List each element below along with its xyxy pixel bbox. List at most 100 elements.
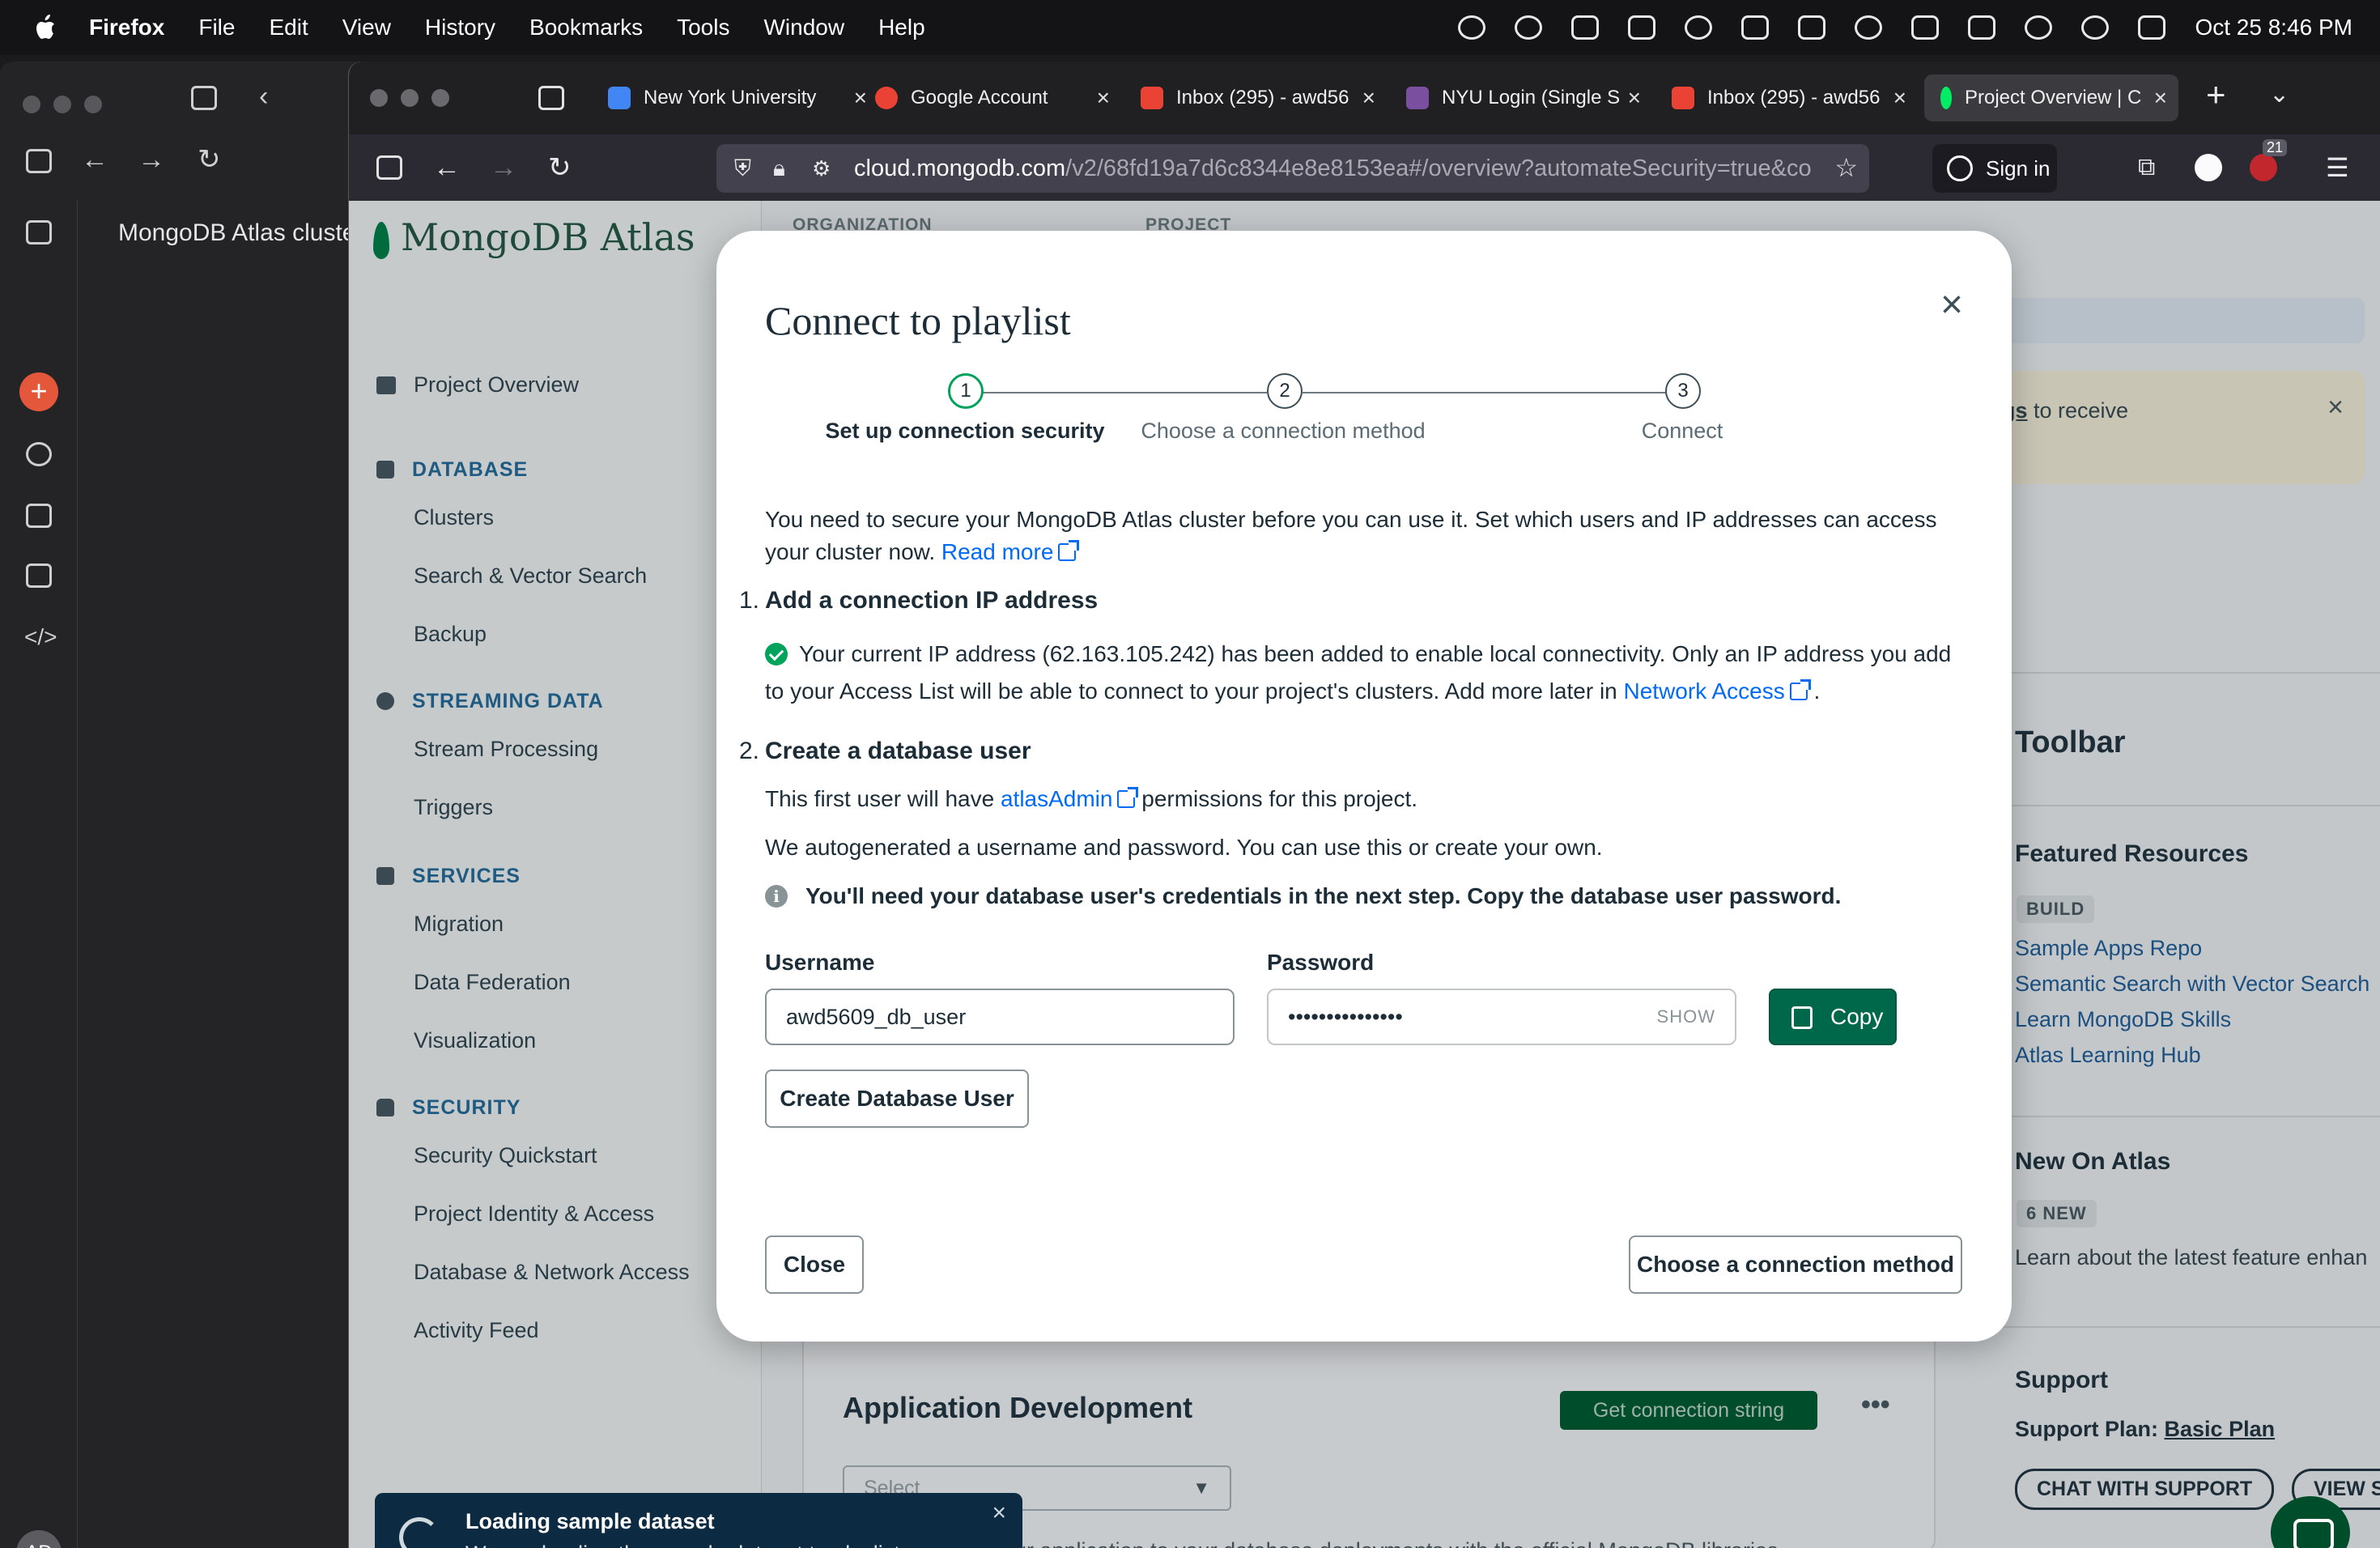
archive-sidebar-icon[interactable] [26, 504, 52, 528]
copy-password-button[interactable]: Copy [1769, 989, 1897, 1045]
link-learning-hub[interactable]: Atlas Learning Hub [2015, 1043, 2201, 1068]
more-options-icon[interactable]: ••• [1861, 1389, 1890, 1421]
display-icon[interactable] [1798, 15, 1826, 40]
apple-logo-icon[interactable] [32, 14, 57, 41]
address-bar[interactable]: ⛨ 🔒︎ ⚙ cloud.mongodb.com/v2/68fd19a7d6c8… [716, 144, 1869, 193]
back-arrow-icon[interactable]: ← [81, 141, 108, 178]
close-tab-icon[interactable]: × [2154, 85, 2167, 111]
menu-app-name[interactable]: Firefox [89, 15, 164, 40]
sidebar-item-migration[interactable]: Migration [414, 912, 504, 937]
sidebar-item-activity-feed[interactable]: Activity Feed [414, 1318, 539, 1343]
window-minimize-dot[interactable] [401, 89, 419, 107]
hamburger-menu-icon[interactable]: ☰ [2326, 149, 2349, 186]
back-arrow-icon[interactable]: ← [433, 149, 461, 186]
extensions-puzzle-icon[interactable]: ⧉ [2138, 149, 2155, 186]
tab-inbox-1[interactable]: Inbox (295) - awd56 × [1141, 74, 1375, 121]
chevron-left-icon[interactable]: ‹ [259, 78, 268, 115]
close-tab-icon[interactable]: × [1893, 85, 1906, 111]
create-database-user-button[interactable]: Create Database User [765, 1070, 1029, 1128]
extension-status-icon[interactable] [1515, 15, 1543, 40]
menu-bookmarks[interactable]: Bookmarks [529, 15, 643, 40]
username-input[interactable]: awd5609_db_user [765, 989, 1235, 1045]
sidebar-item-identity-access[interactable]: Project Identity & Access [414, 1201, 654, 1227]
sidebar-item-stream-processing[interactable]: Stream Processing [414, 737, 598, 762]
background-tab-title[interactable]: MongoDB Atlas cluste [118, 219, 355, 247]
new-tab-plus-icon[interactable]: + [2206, 76, 2226, 113]
sidebar-panel-icon[interactable] [26, 220, 52, 245]
tab-inbox-2[interactable]: Inbox (295) - awd56 × [1672, 74, 1906, 121]
volume-icon[interactable] [1741, 15, 1770, 40]
menu-window[interactable]: Window [763, 15, 844, 40]
link-semantic-search[interactable]: Semantic Search with Vector Search [2015, 972, 2369, 997]
close-tab-icon[interactable]: × [1362, 85, 1375, 111]
get-connection-string-button[interactable]: Get connection string [1560, 1391, 1817, 1430]
window-status-icon[interactable] [1911, 15, 1940, 40]
atlas-admin-link[interactable]: atlasAdmin [1001, 786, 1139, 811]
sidebar-item-network-access[interactable]: Database & Network Access [414, 1260, 690, 1285]
sidebar-item-security-quickstart[interactable]: Security Quickstart [414, 1143, 597, 1168]
battery-icon[interactable] [1968, 15, 1996, 40]
password-input[interactable]: ••••••••••••••• SHOW [1267, 989, 1736, 1045]
permissions-icon[interactable]: ⚙ [812, 150, 831, 187]
tools-status-icon[interactable] [1571, 15, 1600, 40]
new-tab-plus-icon[interactable]: + [19, 372, 58, 411]
sidebar-item-clusters[interactable]: Clusters [414, 505, 494, 530]
ublock-icon[interactable] [2250, 154, 2277, 181]
sidebar-toggle-icon[interactable] [376, 155, 402, 180]
close-icon[interactable]: × [2327, 392, 2344, 423]
sidebar-item-backup[interactable]: Backup [414, 622, 487, 647]
code-sidebar-icon[interactable]: </> [24, 619, 57, 656]
bookmark-star-icon[interactable]: ☆ [1826, 149, 1858, 186]
window-close-dot[interactable] [370, 89, 388, 107]
menu-help[interactable]: Help [878, 15, 925, 40]
window-minimize-dot[interactable] [53, 96, 71, 113]
window-zoom-dot[interactable] [84, 96, 102, 113]
layers-status-icon[interactable] [1628, 15, 1656, 40]
menu-history[interactable]: History [425, 15, 495, 40]
sidebar-item-data-federation[interactable]: Data Federation [414, 970, 571, 995]
reload-icon[interactable]: ↻ [198, 141, 221, 178]
choose-connection-method-button[interactable]: Choose a connection method [1629, 1235, 1962, 1294]
forward-arrow-icon[interactable]: → [138, 141, 165, 178]
menubar-clock[interactable]: Oct 25 8:46 PM [2195, 15, 2352, 40]
extensions-sidebar-icon[interactable] [26, 563, 52, 588]
window-close-dot[interactable] [23, 96, 40, 113]
tab-nyu[interactable]: New York University × [608, 74, 867, 121]
control-center-icon[interactable] [2138, 15, 2166, 40]
sign-in-button[interactable]: Sign in [1932, 144, 2057, 193]
onepassword-icon[interactable] [2195, 154, 2222, 181]
sidebar-item-project-overview[interactable]: Project Overview [376, 372, 579, 398]
chat-sidebar-icon[interactable] [26, 442, 52, 466]
menu-tools[interactable]: Tools [677, 15, 729, 40]
tab-overview-icon[interactable] [538, 86, 564, 110]
close-tab-icon[interactable]: × [1097, 85, 1110, 111]
close-modal-icon[interactable]: × [1940, 286, 1963, 325]
shield-icon[interactable]: ⛨ [734, 150, 751, 187]
sidebar-toggle-icon[interactable] [26, 149, 52, 173]
show-password-button[interactable]: SHOW [1657, 990, 1715, 1044]
read-more-link[interactable]: Read more [941, 539, 1080, 564]
network-access-link[interactable]: Network Access [1624, 678, 1811, 704]
tab-overview-icon[interactable] [191, 86, 217, 110]
onepassword-status-icon[interactable] [1458, 15, 1486, 40]
close-button[interactable]: Close [765, 1235, 864, 1294]
close-tab-icon[interactable]: × [1628, 85, 1641, 111]
forward-arrow-icon[interactable]: → [490, 149, 517, 186]
lock-icon[interactable]: 🔒︎ [773, 150, 785, 187]
chat-with-support-button[interactable]: CHAT WITH SUPPORT [2015, 1469, 2275, 1510]
flame-status-icon[interactable] [1685, 15, 1713, 40]
sidebar-item-triggers[interactable]: Triggers [414, 795, 493, 820]
menu-edit[interactable]: Edit [269, 15, 308, 40]
wifi-icon[interactable] [2081, 15, 2110, 40]
tab-nyu-login[interactable]: NYU Login (Single S × [1406, 74, 1641, 121]
tab-google-account[interactable]: Google Account × [875, 74, 1110, 121]
mongodb-atlas-logo[interactable]: MongoDB Atlas [373, 215, 695, 259]
close-tab-icon[interactable]: × [854, 85, 867, 111]
tab-project-overview[interactable]: Project Overview | C × [1924, 74, 2178, 121]
play-status-icon[interactable] [2025, 15, 2053, 40]
link-sample-apps[interactable]: Sample Apps Repo [2015, 936, 2202, 961]
menu-file[interactable]: File [198, 15, 235, 40]
close-toast-icon[interactable]: × [992, 1499, 1006, 1527]
link-learn-skills[interactable]: Learn MongoDB Skills [2015, 1007, 2231, 1032]
time-machine-icon[interactable] [1855, 15, 1883, 40]
